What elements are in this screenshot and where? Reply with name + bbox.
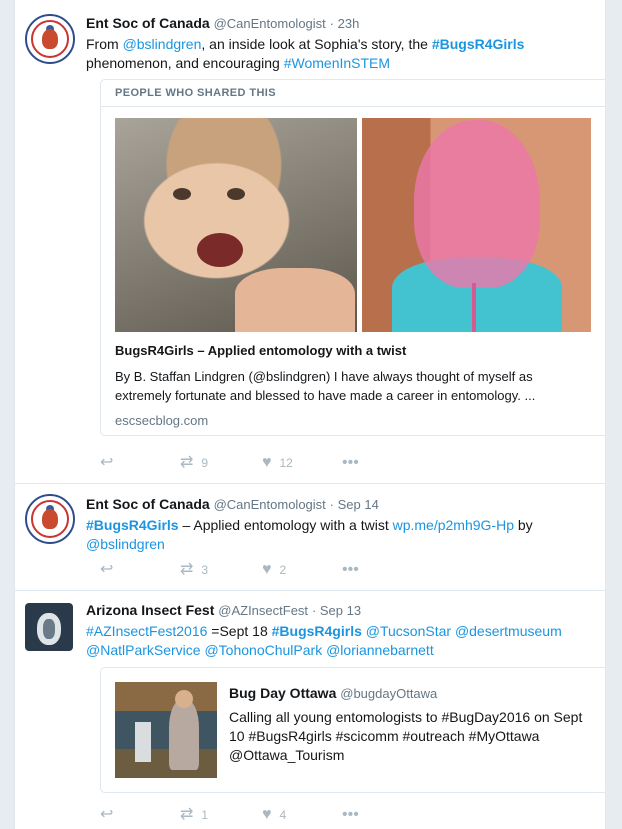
tweet[interactable]: Ent Soc of Canada @CanEntomologist · Sep…: [15, 484, 605, 591]
card-photos[interactable]: [115, 118, 591, 332]
mention-link[interactable]: @TohonoChulPark: [204, 642, 322, 658]
tweet-text: #BugsR4Girls – Applied entomology with a…: [86, 517, 533, 552]
quoted-author-name[interactable]: Bug Day Ottawa: [229, 685, 336, 701]
tweet-time[interactable]: · Sep 14: [330, 497, 379, 512]
tweet-text: #AZInsectFest2016 =Sept 18 #BugsR4girls …: [86, 623, 562, 658]
tweet-actions: ↩ ⇄ 1 ♥ 4 •••: [100, 805, 400, 825]
mention-link[interactable]: @TucsonStar: [366, 623, 451, 639]
retweet-count: 1: [201, 808, 209, 822]
like-button[interactable]: ♥ 2: [262, 560, 286, 580]
avatar[interactable]: [25, 494, 75, 544]
more-button[interactable]: •••: [342, 560, 359, 580]
card-heading: PEOPLE WHO SHARED THIS: [101, 80, 605, 107]
quoted-text: Calling all young entomologists to #BugD…: [229, 709, 583, 763]
avatar[interactable]: [25, 14, 75, 64]
tweet-time[interactable]: · Sep 13: [312, 603, 361, 618]
hashtag-link[interactable]: #AZInsectFest2016: [86, 623, 207, 639]
like-button[interactable]: ♥ 4: [262, 805, 286, 825]
retweet-button[interactable]: ⇄ 9: [180, 453, 208, 473]
retweet-icon: ⇄: [180, 806, 194, 823]
heart-icon: ♥: [262, 806, 272, 823]
reply-icon: ↩: [100, 561, 114, 578]
author-handle[interactable]: @CanEntomologist: [214, 16, 326, 31]
author-name[interactable]: Ent Soc of Canada: [86, 496, 210, 512]
heart-icon: ♥: [262, 561, 272, 578]
more-icon: •••: [342, 806, 359, 823]
mention-link[interactable]: @NatlParkService: [86, 642, 201, 658]
timeline: Ent Soc of Canada @CanEntomologist · 23h…: [14, 0, 606, 829]
reply-button[interactable]: ↩: [100, 560, 113, 580]
author-name[interactable]: Arizona Insect Fest: [86, 602, 214, 618]
mention-link[interactable]: @bslindgren: [86, 536, 165, 552]
reply-button[interactable]: ↩: [100, 805, 113, 825]
hashtag-link[interactable]: #WomenInSTEM: [284, 55, 390, 71]
tweet-time[interactable]: · 23h: [330, 16, 360, 31]
more-button[interactable]: •••: [342, 805, 359, 825]
card-description: By B. Staffan Lindgren (@bslindgren) I h…: [115, 369, 536, 403]
avatar[interactable]: [25, 603, 73, 651]
mention-link[interactable]: @desertmuseum: [455, 623, 562, 639]
quoted-tweet[interactable]: Bug Day Ottawa @bugdayOttawa Calling all…: [100, 667, 605, 793]
url-link[interactable]: wp.me/p2mh9G-Hp: [393, 517, 514, 533]
hashtag-link[interactable]: #BugsR4Girls: [86, 517, 179, 533]
tweet-text: From @bslindgren, an inside look at Soph…: [86, 36, 525, 71]
reply-icon: ↩: [100, 806, 114, 823]
tweet[interactable]: Ent Soc of Canada @CanEntomologist · 23h…: [15, 0, 605, 484]
more-icon: •••: [342, 561, 359, 578]
tweet-actions: ↩ ⇄ 9 ♥ 12 •••: [100, 453, 400, 473]
retweet-count: 9: [201, 456, 209, 470]
retweet-icon: ⇄: [180, 561, 194, 578]
reply-icon: ↩: [100, 454, 114, 471]
link-card[interactable]: PEOPLE WHO SHARED THIS BugsR4Girls – App…: [100, 79, 605, 436]
author-name[interactable]: Ent Soc of Canada: [86, 15, 210, 31]
like-count: 12: [279, 456, 293, 470]
tweet[interactable]: Arizona Insect Fest @AZInsectFest · Sep …: [15, 591, 605, 829]
mention-link[interactable]: @bslindgren: [123, 36, 202, 52]
more-button[interactable]: •••: [342, 453, 359, 473]
quoted-photo[interactable]: [115, 682, 217, 778]
like-count: 2: [279, 563, 287, 577]
photo-girl-with-net[interactable]: [362, 118, 591, 332]
retweet-count: 3: [201, 563, 209, 577]
author-handle[interactable]: @AZInsectFest: [218, 603, 308, 618]
card-domain[interactable]: escsecblog.com: [115, 413, 208, 428]
reply-button[interactable]: ↩: [100, 453, 113, 473]
tweet-actions: ↩ ⇄ 3 ♥ 2 •••: [100, 560, 400, 580]
more-icon: •••: [342, 454, 359, 471]
card-title[interactable]: BugsR4Girls – Applied entomology with a …: [115, 343, 406, 358]
photo-girl-with-bug[interactable]: [115, 118, 357, 332]
retweet-icon: ⇄: [180, 454, 194, 471]
hashtag-link[interactable]: #BugsR4girls: [272, 623, 362, 639]
like-count: 4: [279, 808, 287, 822]
heart-icon: ♥: [262, 454, 272, 471]
like-button[interactable]: ♥ 12: [262, 453, 293, 473]
hashtag-link[interactable]: #BugsR4Girls: [432, 36, 525, 52]
retweet-button[interactable]: ⇄ 1: [180, 805, 208, 825]
author-handle[interactable]: @CanEntomologist: [214, 497, 326, 512]
mention-link[interactable]: @loriannebarnett: [326, 642, 434, 658]
retweet-button[interactable]: ⇄ 3: [180, 560, 208, 580]
quoted-author-handle[interactable]: @bugdayOttawa: [340, 686, 437, 701]
